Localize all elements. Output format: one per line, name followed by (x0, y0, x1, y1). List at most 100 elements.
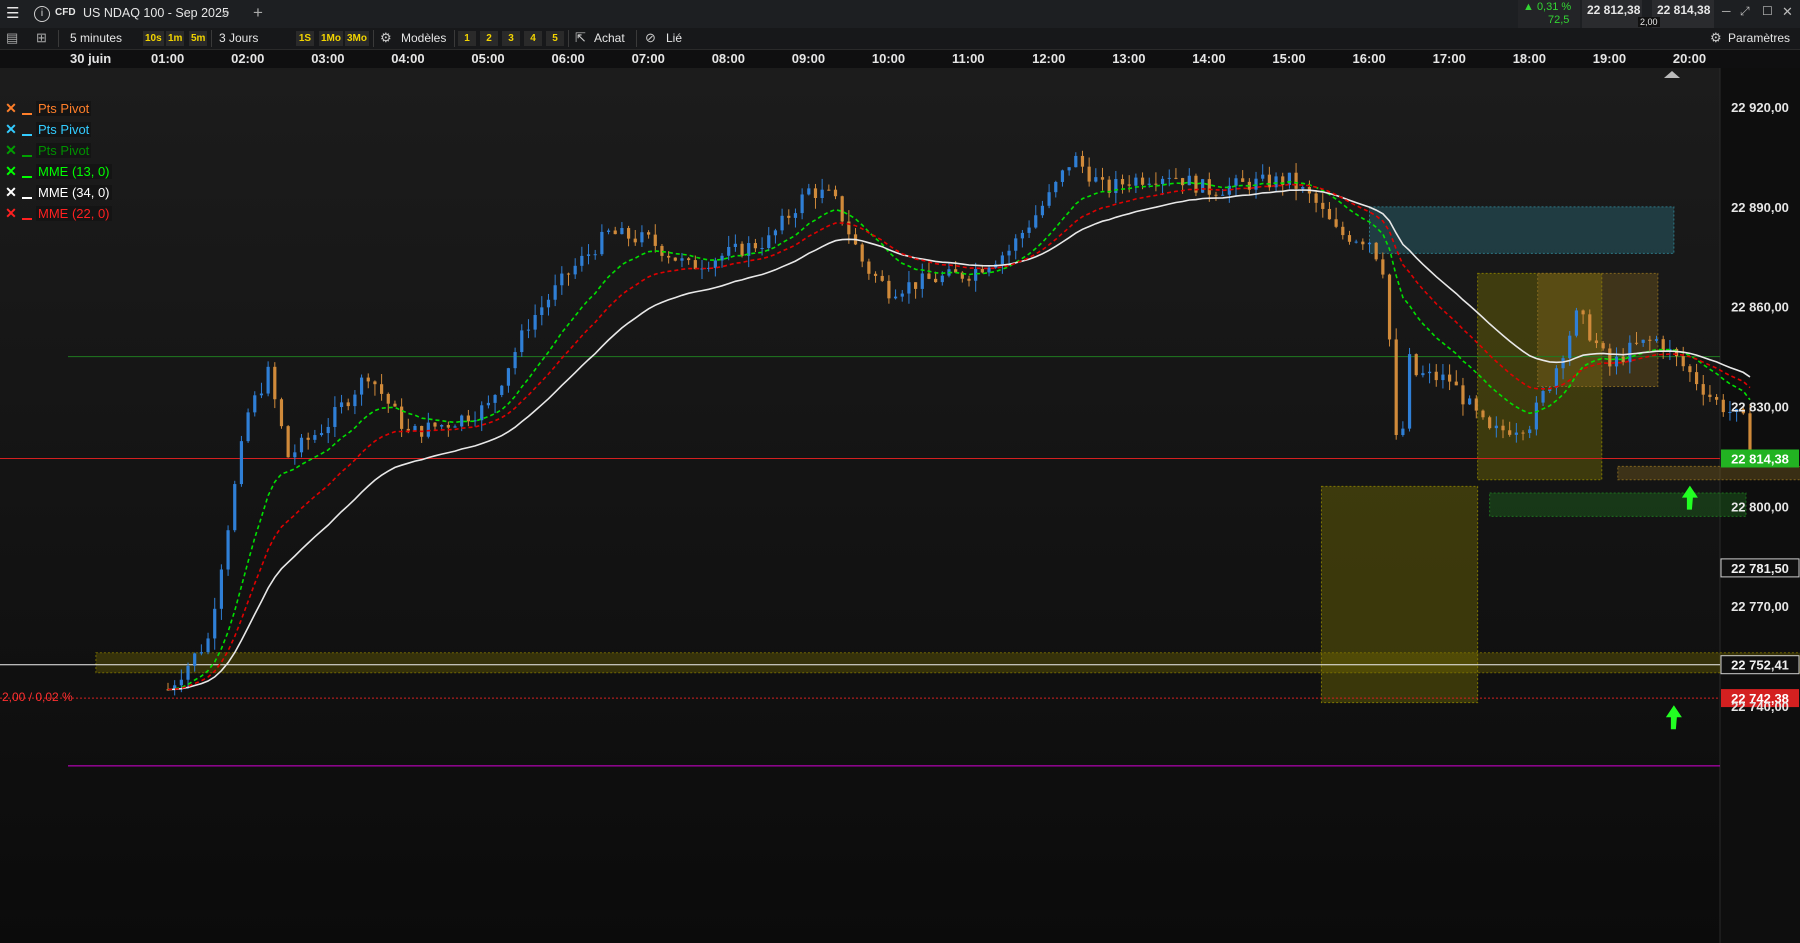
indicator-label[interactable]: Pts Pivot (36, 122, 92, 137)
candle-body[interactable] (767, 235, 771, 248)
candle-body[interactable] (893, 296, 898, 299)
candle-body[interactable] (480, 405, 484, 421)
candle-body[interactable] (1014, 238, 1018, 251)
candle-body[interactable] (466, 415, 470, 422)
candle-body[interactable] (253, 395, 257, 413)
candle-body[interactable] (333, 407, 337, 427)
candle-body[interactable] (1561, 358, 1565, 369)
line-style-icon[interactable] (22, 112, 32, 115)
candle-body[interactable] (273, 366, 277, 400)
candle-body[interactable] (1120, 179, 1125, 185)
candle-body[interactable] (1000, 255, 1004, 265)
candle-body[interactable] (586, 254, 591, 256)
candle-body[interactable] (920, 273, 924, 289)
candle-body[interactable] (1488, 417, 1492, 429)
candle-body[interactable] (199, 652, 203, 654)
candle-body[interactable] (660, 245, 664, 256)
candle-body[interactable] (1721, 399, 1725, 413)
candle-body[interactable] (1201, 179, 1205, 193)
candle-body[interactable] (1501, 425, 1505, 431)
bid-price[interactable]: 22 812,38 (1587, 3, 1640, 17)
candle-body[interactable] (647, 232, 651, 235)
candle-body[interactable] (226, 530, 230, 570)
link-chain-icon[interactable]: ⊘ (645, 30, 656, 46)
candle-body[interactable] (400, 406, 404, 429)
candle-body[interactable] (1261, 174, 1265, 179)
candle-body[interactable] (1588, 314, 1592, 341)
candle-body[interactable] (1514, 432, 1518, 435)
price-zone[interactable] (95, 652, 1800, 674)
candle-body[interactable] (359, 377, 364, 395)
candle-body[interactable] (493, 394, 497, 403)
price-chart[interactable]: 22 920,00 22 890,00 22 860,00 22 830,00 22 8… (0, 68, 1800, 943)
legend-row[interactable]: ✕ Pts Pivot (4, 119, 112, 140)
candle-body[interactable] (613, 230, 617, 235)
candle-body[interactable] (860, 244, 864, 262)
candle-body[interactable] (780, 215, 784, 231)
candle-body[interactable] (820, 189, 824, 199)
interval-10s-button[interactable]: 10s (143, 31, 164, 46)
remove-indicator-icon[interactable]: ✕ (4, 163, 18, 180)
candle-body[interactable] (346, 402, 350, 407)
line-style-icon[interactable] (22, 217, 32, 220)
candle-body[interactable] (1414, 354, 1418, 376)
candle-body[interactable] (446, 424, 450, 428)
candle-body[interactable] (1434, 371, 1438, 381)
candle-body[interactable] (553, 285, 557, 300)
candle-body[interactable] (753, 243, 757, 249)
price-zone[interactable] (1369, 206, 1675, 254)
slot-1-button[interactable]: 1 (458, 31, 476, 46)
candle-body[interactable] (1541, 391, 1545, 403)
candle-body[interactable] (1688, 366, 1692, 373)
candle-body[interactable] (606, 230, 611, 232)
candle-body[interactable] (1174, 177, 1178, 179)
candle-body[interactable] (1341, 226, 1345, 236)
candle-body[interactable] (286, 426, 290, 458)
candle-body[interactable] (546, 299, 551, 308)
candle-body[interactable] (393, 403, 397, 407)
candle-body[interactable] (179, 679, 183, 686)
candle-body[interactable] (246, 412, 250, 442)
candle-body[interactable] (366, 377, 370, 382)
remove-indicator-icon[interactable]: ✕ (4, 121, 18, 138)
candle-body[interactable] (600, 231, 604, 255)
interval-select[interactable]: 5 minutes (70, 31, 122, 45)
candle-body[interactable] (673, 257, 677, 261)
candle-body[interactable] (1441, 374, 1445, 381)
candle-body[interactable] (793, 213, 798, 218)
candle-body[interactable] (1521, 432, 1525, 434)
candle-body[interactable] (440, 424, 444, 427)
candle-body[interactable] (506, 368, 511, 386)
remove-indicator-icon[interactable]: ✕ (4, 100, 18, 117)
period-select[interactable]: 3 Jours (219, 31, 258, 45)
candle-body[interactable] (800, 194, 804, 214)
candle-body[interactable] (887, 280, 891, 299)
candle-body[interactable] (1100, 177, 1105, 180)
indicator-label[interactable]: MME (34, 0) (36, 185, 112, 200)
candle-body[interactable] (667, 255, 671, 258)
candle-body[interactable] (520, 330, 524, 353)
candle-body[interactable] (1127, 184, 1131, 186)
period-1mo-button[interactable]: 1Mo (319, 31, 343, 46)
candle-body[interactable] (620, 228, 624, 235)
search-icon[interactable]: ⌕ (222, 4, 230, 21)
ask-price[interactable]: 22 814,38 (1657, 3, 1710, 17)
candle-body[interactable] (1087, 166, 1091, 182)
candle-body[interactable] (1534, 402, 1538, 430)
candle-body[interactable] (453, 426, 457, 428)
candle-body[interactable] (940, 275, 944, 283)
candle-body[interactable] (460, 415, 464, 427)
candle-body[interactable] (880, 275, 884, 281)
indicator-label[interactable]: Pts Pivot (36, 143, 92, 158)
candle-body[interactable] (513, 352, 517, 369)
candle-body[interactable] (1394, 339, 1398, 436)
instrument-name[interactable]: US NDAQ 100 - Sep 2025 (83, 6, 229, 20)
candle-body[interactable] (193, 653, 197, 666)
candle-body[interactable] (386, 393, 390, 404)
candle-body[interactable] (413, 425, 417, 431)
legend-row[interactable]: ✕ Pts Pivot (4, 98, 112, 119)
candle-body[interactable] (1187, 175, 1191, 186)
candle-body[interactable] (1094, 177, 1098, 182)
candle-body[interactable] (1387, 274, 1392, 340)
candle-body[interactable] (540, 307, 544, 316)
